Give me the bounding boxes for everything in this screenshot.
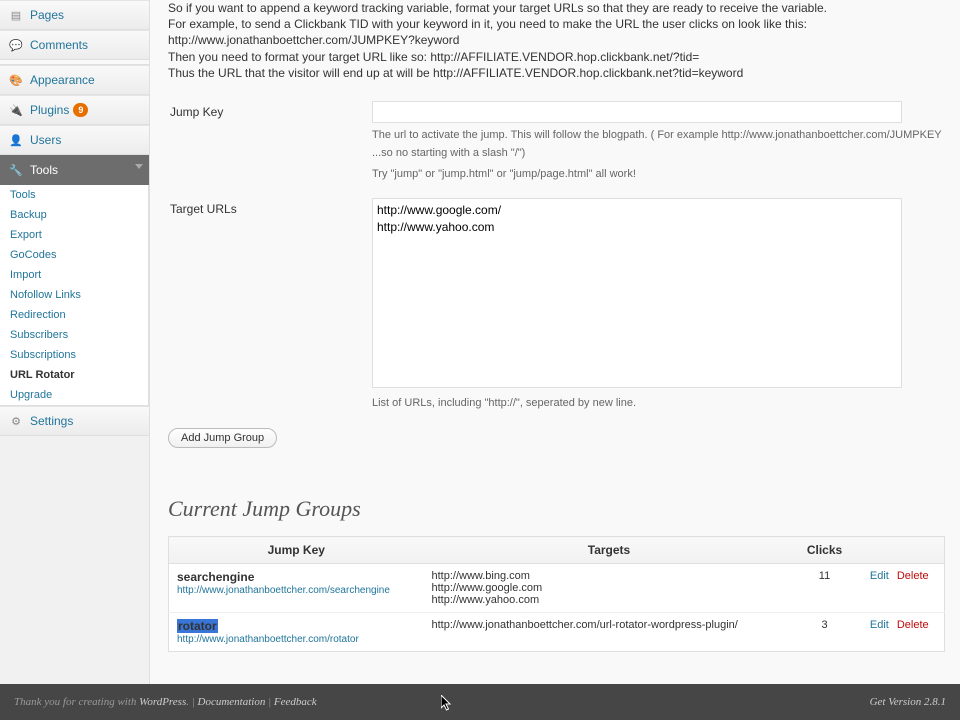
intro-line: So if you want to append a keyword track… [168,1,827,15]
table-row: rotatorhttp://www.jonathanboettcher.com/… [169,613,945,652]
jump-form: Jump Key The url to activate the jump. T… [168,93,945,420]
submenu-item-backup[interactable]: Backup [0,205,148,225]
col-targets: Targets [424,537,795,564]
sidebar-item-tools[interactable]: 🔧 Tools [0,155,149,185]
sidebar-item-label: Plugins [30,103,69,117]
clicks-cell: 11 [795,564,855,613]
submenu-item-export[interactable]: Export [0,225,148,245]
edit-link[interactable]: Edit [870,570,889,582]
submenu-item-url-rotator[interactable]: URL Rotator [0,365,148,385]
jump-key-label: Jump Key [170,95,370,190]
plugins-icon: 🔌 [8,102,24,118]
sidebar-item-comments[interactable]: 💬 Comments [0,30,149,60]
admin-sidebar: ▤ Pages 💬 Comments 🎨 Appearance 🔌 Plugins 9 👤 Use… [0,0,150,684]
submenu-item-upgrade[interactable]: Upgrade [0,385,148,405]
admin-footer: Thank you for creating with WordPress. |… [0,684,960,720]
sidebar-item-label: Tools [30,163,58,177]
add-jump-group-button[interactable]: Add Jump Group [168,428,277,448]
delete-link[interactable]: Delete [897,570,929,582]
sidebar-item-users[interactable]: 👤 Users [0,125,149,155]
sidebar-item-label: Settings [30,414,73,428]
table-row: searchenginehttp://www.jonathanboettcher… [169,564,945,613]
jump-key-desc: The url to activate the jump. This will … [372,127,943,162]
comments-icon: 💬 [8,37,24,53]
sidebar-item-label: Comments [30,38,88,52]
submenu-item-gocodes[interactable]: GoCodes [0,245,148,265]
jump-key-url: http://www.jonathanboettcher.com/searche… [177,585,390,596]
target-urls-input[interactable] [372,198,902,388]
appearance-icon: 🎨 [8,72,24,88]
sidebar-item-label: Pages [30,8,64,22]
jump-key-url: http://www.jonathanboettcher.com/rotator [177,634,359,645]
main-content: So if you want to append a keyword track… [150,0,960,684]
tools-submenu: ToolsBackupExportGoCodesImportNofollow L… [0,185,149,406]
delete-link[interactable]: Delete [897,619,929,631]
footer-thanks: Thank you for creating with WordPress. |… [14,696,317,708]
sidebar-item-pages[interactable]: ▤ Pages [0,0,149,30]
intro-line: Then you need to format your target URL … [168,50,699,64]
col-actions [855,537,945,564]
sidebar-item-settings[interactable]: ⚙ Settings [0,406,149,436]
target-urls-label: Target URLs [170,192,370,419]
jump-key-desc: Try "jump" or "jump.html" or "jump/page.… [372,166,943,184]
target-urls-desc: List of URLs, including "http://", seper… [372,395,943,413]
submenu-item-tools[interactable]: Tools [0,185,148,205]
targets-cell: http://www.bing.comhttp://www.google.com… [424,564,795,613]
wordpress-link[interactable]: WordPress [139,696,186,708]
feedback-link[interactable]: Feedback [274,696,317,708]
chevron-down-icon [135,164,143,169]
sidebar-item-plugins[interactable]: 🔌 Plugins 9 [0,95,149,125]
settings-icon: ⚙ [8,413,24,429]
clicks-cell: 3 [795,613,855,652]
intro-line: Thus the URL that the visitor will end u… [168,66,743,80]
targets-cell: http://www.jonathanboettcher.com/url-rot… [424,613,795,652]
pages-icon: ▤ [8,7,24,23]
users-icon: 👤 [8,132,24,148]
jump-groups-table: Jump Key Targets Clicks searchenginehttp… [168,536,945,652]
jump-key-name: rotator [177,619,218,633]
documentation-link[interactable]: Documentation [198,696,266,708]
intro-line: http://www.jonathanboettcher.com/JUMPKEY… [168,33,459,47]
intro-line: For example, to send a Clickbank TID wit… [168,17,807,31]
intro-text: So if you want to append a keyword track… [168,0,945,81]
col-jump-key: Jump Key [169,537,424,564]
current-groups-heading: Current Jump Groups [168,496,945,522]
jump-key-input[interactable] [372,101,902,123]
submenu-item-subscriptions[interactable]: Subscriptions [0,345,148,365]
update-badge: 9 [73,103,88,117]
submenu-item-subscribers[interactable]: Subscribers [0,325,148,345]
sidebar-item-label: Users [30,133,61,147]
get-version-link[interactable]: Get Version 2.8.1 [870,696,946,708]
sidebar-item-label: Appearance [30,73,95,87]
tools-icon: 🔧 [8,162,24,178]
jump-key-name: searchengine [177,570,254,584]
submenu-item-redirection[interactable]: Redirection [0,305,148,325]
submenu-item-import[interactable]: Import [0,265,148,285]
edit-link[interactable]: Edit [870,619,889,631]
sidebar-item-appearance[interactable]: 🎨 Appearance [0,65,149,95]
submenu-item-nofollow-links[interactable]: Nofollow Links [0,285,148,305]
col-clicks: Clicks [795,537,855,564]
